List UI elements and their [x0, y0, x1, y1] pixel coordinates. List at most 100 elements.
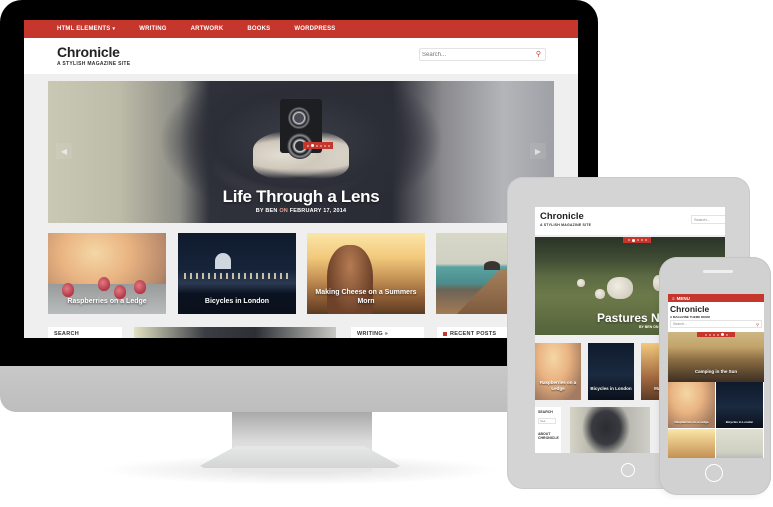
tablet-search-input[interactable]: Search... [691, 215, 725, 224]
tablet-site-title[interactable]: Chronicle [540, 211, 584, 222]
monitor-chin [0, 366, 510, 412]
phone-menu-bar[interactable]: ≡ MENU [668, 294, 764, 302]
site-header: Chronicle A STYLISH MAGAZINE SITE ⚲ [24, 38, 578, 74]
phone-search-input[interactable]: Search... [673, 322, 687, 326]
featured-posts: Raspberries on a Ledge Bicycles in Londo… [48, 233, 578, 314]
phone-screen: ≡ MENU Chronicle A MAGAZINE THEME DEMO S… [668, 294, 764, 458]
tablet-slider-title[interactable]: Pastures N [597, 311, 660, 325]
raspberry-image [62, 283, 74, 297]
featured-post-title[interactable]: Raspberries on a Ledge [52, 297, 162, 306]
nav-item-wordpress[interactable]: WORDPRESS [294, 26, 335, 32]
slider-dot[interactable] [323, 144, 326, 147]
phone-featured-title[interactable]: Bicycles in London [717, 420, 762, 424]
tablet-widget-image[interactable] [570, 407, 650, 453]
phone-site-tagline: A MAGAZINE THEME DEMO [670, 315, 711, 319]
site-title[interactable]: Chronicle [57, 44, 120, 60]
widget-writing-title[interactable]: WRITING » [351, 327, 424, 338]
phone-slider-title[interactable]: Camping in the Sun [668, 369, 764, 374]
phone-featured-card[interactable] [716, 429, 763, 458]
slider-dot-active[interactable] [310, 144, 314, 147]
slider-dot[interactable] [725, 333, 728, 336]
nav-item-html-elements[interactable]: HTML ELEMENTS ▾ [57, 26, 115, 32]
sheep-image [607, 277, 633, 299]
phone-site-title[interactable]: Chronicle [670, 304, 709, 314]
slider-dot[interactable] [315, 144, 318, 147]
slider-dot[interactable] [640, 239, 643, 241]
phone-featured-slider[interactable]: Camping in the Sun [668, 332, 764, 382]
slider-pagination [303, 142, 333, 149]
tablet-widget-search-title: SEARCH [538, 410, 553, 414]
slider-next-icon[interactable]: ▶ [530, 143, 546, 159]
tablet-widget-sidebar: SEARCH Sea ABOUT CHRONICLE [535, 407, 561, 453]
slider-dot[interactable] [636, 239, 639, 241]
phone-home-button[interactable] [705, 464, 723, 482]
tablet-featured-card[interactable]: Raspberries on a Ledge [535, 343, 581, 400]
tablet-featured-title[interactable]: Bicycles in London [590, 386, 632, 392]
slider-dot[interactable] [327, 144, 330, 147]
phone-featured-card[interactable]: Raspberries on a Ledge [668, 382, 715, 428]
raspberry-image [134, 280, 146, 294]
tablet-slider-pagination [623, 237, 651, 243]
phone-search-box[interactable]: Search... ⚲ [670, 320, 762, 328]
phone-menu-label[interactable]: MENU [677, 296, 690, 301]
slider-dot[interactable] [708, 333, 711, 336]
phone-device: ≡ MENU Chronicle A MAGAZINE THEME DEMO S… [659, 257, 771, 495]
search-icon[interactable]: ⚲ [756, 322, 759, 327]
featured-slider[interactable]: ◀ ▶ Life Through a Lens BY BEN ON FEBRUA… [48, 81, 554, 223]
nav-item-writing[interactable]: WRITING [139, 26, 166, 32]
chevron-down-icon: ▾ [112, 26, 116, 32]
slider-dot[interactable] [716, 333, 719, 336]
nav-item-books[interactable]: BOOKS [247, 26, 270, 32]
tablet-home-button[interactable] [621, 463, 635, 477]
featured-post-card[interactable]: Making Cheese on a Summers Morn [307, 233, 425, 314]
featured-post-title[interactable]: Making Cheese on a Summers Morn [311, 288, 421, 306]
featured-post-card[interactable]: Raspberries on a Ledge [48, 233, 166, 314]
phone-featured-card[interactable] [668, 429, 715, 458]
slider-dot[interactable] [627, 239, 630, 241]
slider-dot[interactable] [306, 144, 309, 147]
tablet-site-header: Chronicle A STYLISH MAGAZINE SITE Search… [535, 207, 725, 235]
tablet-site-tagline: A STYLISH MAGAZINE SITE [540, 223, 592, 227]
site-tagline: A STYLISH MAGAZINE SITE [57, 61, 131, 67]
phone-slider-pagination [697, 332, 735, 337]
main-nav: HTML ELEMENTS ▾ WRITING ARTWORK BOOKS WOR… [24, 20, 578, 38]
featured-post-card[interactable]: Bicycles in London [178, 233, 296, 314]
hamburger-menu-icon[interactable]: ≡ [672, 296, 675, 301]
slider-meta-on: ON [279, 208, 288, 214]
search-input[interactable] [422, 50, 532, 60]
recent-posts-icon [443, 331, 447, 336]
slider-author[interactable]: BY BEN [256, 208, 278, 214]
slider-meta: BY BEN ON FEBRUARY 17, 2014 [48, 208, 554, 214]
tablet-widget-search-input[interactable]: Sea [538, 418, 556, 424]
widget-row: SEARCH WRITING » RECENT POSTS [48, 325, 578, 338]
raspberry-image [98, 277, 110, 291]
widget-search-title: SEARCH [48, 327, 122, 338]
city-lights-image [184, 273, 290, 279]
responsive-devices-mockup: HTML ELEMENTS ▾ WRITING ARTWORK BOOKS WOR… [0, 0, 773, 507]
search-icon[interactable]: ⚲ [536, 50, 541, 58]
phone-featured-title[interactable]: Raspberries on a Ledge [669, 420, 714, 424]
featured-post-title[interactable]: Bicycles in London [182, 297, 292, 306]
slider-dot[interactable] [704, 333, 707, 336]
tablet-featured-card[interactable]: Bicycles in London [588, 343, 634, 400]
sheep-image [595, 289, 605, 299]
tablet-featured-title[interactable]: Raspberries on a Ledge [537, 380, 579, 392]
widget-recent-title: RECENT POSTS [450, 331, 497, 337]
tablet-widget-about-title: ABOUT CHRONICLE [538, 432, 559, 440]
phone-speaker [703, 270, 733, 273]
nav-label: HTML ELEMENTS [57, 26, 111, 32]
slider-dot[interactable] [712, 333, 715, 336]
slider-dot-active[interactable] [720, 333, 724, 336]
slider-title[interactable]: Life Through a Lens [48, 187, 554, 207]
search-box: ⚲ [419, 48, 546, 61]
slider-date[interactable]: FEBRUARY 17, 2014 [290, 208, 347, 214]
slider-prev-icon[interactable]: ◀ [56, 143, 72, 159]
slider-dot-active[interactable] [631, 238, 635, 242]
nav-item-artwork[interactable]: ARTWORK [191, 26, 224, 32]
temple-image [484, 261, 500, 270]
slider-dot[interactable] [644, 239, 647, 241]
sheep-image [577, 279, 585, 287]
slider-dot[interactable] [319, 144, 322, 147]
phone-featured-card[interactable]: Bicycles in London [716, 382, 763, 428]
widget-image[interactable] [134, 327, 336, 338]
